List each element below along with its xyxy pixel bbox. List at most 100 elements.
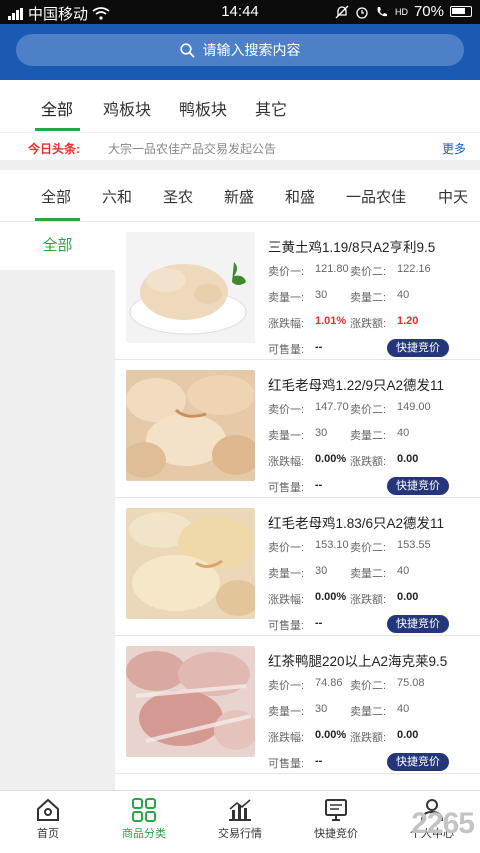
product-item[interactable]: 红茶鸭腿220以上A2海克莱9.5 卖价一: 74.86 卖价二: 75.08 … <box>115 636 480 774</box>
app-screen: 中国移动 14:44 HD 70% 请输入搜索内容 全部 鸡板块 鸭板块 其它 … <box>0 0 480 853</box>
nav-categories-label: 商品分类 <box>122 828 166 840</box>
quick-bid-button[interactable]: 快捷竞价 <box>387 339 449 357</box>
change-row: 涨跌幅: 0.00% 涨跌额: 0.00 <box>268 589 473 610</box>
monitor-icon <box>325 799 347 821</box>
price1-label: 卖价一: <box>268 266 305 278</box>
change-row: 涨跌幅: 0.00% 涨跌额: 0.00 <box>268 451 473 472</box>
change-pct-label: 涨跌幅: <box>268 456 305 468</box>
qty1-value: 30 <box>315 565 328 577</box>
battery-icon <box>450 6 472 17</box>
nav-quick-bid[interactable]: 快捷竞价 <box>288 791 384 853</box>
nav-quick-bid-label: 快捷竞价 <box>314 828 358 840</box>
active-tab-indicator <box>35 128 80 131</box>
available-label: 可售量: <box>268 758 305 770</box>
news-more-link[interactable]: 更多 <box>442 140 466 157</box>
quick-bid-button[interactable]: 快捷竞价 <box>387 753 449 771</box>
nav-home-label: 首页 <box>37 828 59 840</box>
price2-label: 卖价二: <box>350 542 387 554</box>
search-icon <box>179 42 195 58</box>
available-label: 可售量: <box>268 344 305 356</box>
available-row: 可售量: -- 快捷竞价 <box>268 753 473 774</box>
tab-duck[interactable]: 鸭板块 <box>179 96 227 120</box>
change-amt-value: 1.20 <box>397 315 419 327</box>
nav-market[interactable]: 交易行情 <box>192 791 288 853</box>
store-tab-shengnong[interactable]: 圣农 <box>163 186 193 207</box>
store-tab-all[interactable]: 全部 <box>41 186 71 207</box>
qty2-label: 卖量二: <box>350 292 387 304</box>
available-value: -- <box>315 479 323 491</box>
product-item[interactable]: 红毛老母鸡1.22/9只A2德发11 卖价一: 147.70 卖价二: 149.… <box>115 360 480 498</box>
qty1-label: 卖量一: <box>268 292 305 304</box>
network-type: HD <box>394 6 408 17</box>
qty1-label: 卖量一: <box>268 568 305 580</box>
change-row: 涨跌幅: 1.01% 涨跌额: 1.20 <box>268 313 473 334</box>
header: 请输入搜索内容 <box>0 24 480 80</box>
product-title[interactable]: 三黄土鸡1.19/8只A2亨利9.5 <box>268 236 473 256</box>
price1-label: 卖价一: <box>268 542 305 554</box>
product-title[interactable]: 红茶鸭腿220以上A2海克莱9.5 <box>268 650 473 670</box>
qty-row: 卖量一: 30 卖量二: 40 <box>268 425 473 446</box>
product-item[interactable]: 红毛老母鸡1.83/6只A2德发11 卖价一: 153.10 卖价二: 153.… <box>115 498 480 636</box>
nav-home[interactable]: 首页 <box>0 791 96 853</box>
tab-other[interactable]: 其它 <box>255 96 287 120</box>
store-tab-liuhe[interactable]: 六和 <box>102 186 132 207</box>
quick-bid-button[interactable]: 快捷竞价 <box>387 615 449 633</box>
price2-label: 卖价二: <box>350 266 387 278</box>
bar-chart-icon <box>229 799 251 821</box>
qty2-label: 卖量二: <box>350 430 387 442</box>
change-amt-label: 涨跌额: <box>350 456 387 468</box>
store-tab-zhongtian[interactable]: 中天 <box>438 186 468 207</box>
qty1-value: 30 <box>315 703 328 715</box>
home-icon <box>37 798 59 821</box>
change-pct-label: 涨跌幅: <box>268 594 305 606</box>
available-row: 可售量: -- 快捷竞价 <box>268 339 473 360</box>
product-info: 红茶鸭腿220以上A2海克莱9.5 卖价一: 74.86 卖价二: 75.08 … <box>268 650 473 774</box>
product-title[interactable]: 红毛老母鸡1.83/6只A2德发11 <box>268 512 473 532</box>
available-value: -- <box>315 341 323 353</box>
search-placeholder: 请输入搜索内容 <box>202 42 301 58</box>
sidebar: 全部 <box>0 222 115 790</box>
qty1-value: 30 <box>315 289 328 301</box>
product-info: 红毛老母鸡1.83/6只A2德发11 卖价一: 153.10 卖价二: 153.… <box>268 512 473 636</box>
product-item[interactable]: 三黄土鸡1.19/8只A2亨利9.5 卖价一: 121.80 卖价二: 122.… <box>115 222 480 360</box>
quick-bid-button[interactable]: 快捷竞价 <box>387 477 449 495</box>
change-amt-label: 涨跌额: <box>350 318 387 330</box>
qty2-value: 40 <box>397 427 410 439</box>
change-pct-value: 0.00% <box>315 591 347 603</box>
qty-row: 卖量一: 30 卖量二: 40 <box>268 287 473 308</box>
qty1-label: 卖量一: <box>268 430 305 442</box>
available-value: -- <box>315 755 323 767</box>
qty2-label: 卖量二: <box>350 568 387 580</box>
tab-all[interactable]: 全部 <box>41 96 73 120</box>
store-tab-hesheng[interactable]: 和盛 <box>285 186 315 207</box>
sidebar-item-all[interactable]: 全部 <box>0 222 115 270</box>
qty2-label: 卖量二: <box>350 706 387 718</box>
news-headline[interactable]: 大宗一品农佳产品交易发起公告 <box>108 140 276 157</box>
qty1-value: 30 <box>315 427 328 439</box>
battery-percent: 70% <box>413 3 444 20</box>
change-amt-value: 0.00 <box>397 453 419 465</box>
change-pct-label: 涨跌幅: <box>268 732 305 744</box>
store-tabs: 全部 六和 圣农 新盛 和盛 一品农佳 中天 <box>0 170 480 222</box>
grid-icon <box>132 798 156 822</box>
change-amt-value: 0.00 <box>397 729 419 741</box>
change-pct-value: 0.00% <box>315 729 347 741</box>
store-tab-xinsheng[interactable]: 新盛 <box>224 186 254 207</box>
news-tag: 今日头条: <box>28 142 80 156</box>
product-info: 红毛老母鸡1.22/9只A2德发11 卖价一: 147.70 卖价二: 149.… <box>268 374 473 498</box>
status-bar: 中国移动 14:44 HD 70% <box>0 0 480 24</box>
mute-bell-icon <box>335 5 349 18</box>
product-title[interactable]: 红毛老母鸡1.22/9只A2德发11 <box>268 374 473 394</box>
nav-categories[interactable]: 商品分类 <box>96 791 192 853</box>
product-list[interactable]: 三黄土鸡1.19/8只A2亨利9.5 卖价一: 121.80 卖价二: 122.… <box>115 222 480 790</box>
search-bar[interactable]: 请输入搜索内容 <box>16 34 464 66</box>
product-image <box>126 232 255 343</box>
price2-value: 153.55 <box>397 539 431 551</box>
tab-chicken[interactable]: 鸡板块 <box>103 96 151 120</box>
news-ticker[interactable]: 今日头条: 大宗一品农佳产品交易发起公告 更多 <box>0 132 480 160</box>
available-row: 可售量: -- 快捷竞价 <box>268 477 473 498</box>
price-row: 卖价一: 153.10 卖价二: 153.55 <box>268 537 473 558</box>
available-label: 可售量: <box>268 620 305 632</box>
product-info: 三黄土鸡1.19/8只A2亨利9.5 卖价一: 121.80 卖价二: 122.… <box>268 236 473 360</box>
store-tab-yipinnongjia[interactable]: 一品农佳 <box>346 186 406 207</box>
